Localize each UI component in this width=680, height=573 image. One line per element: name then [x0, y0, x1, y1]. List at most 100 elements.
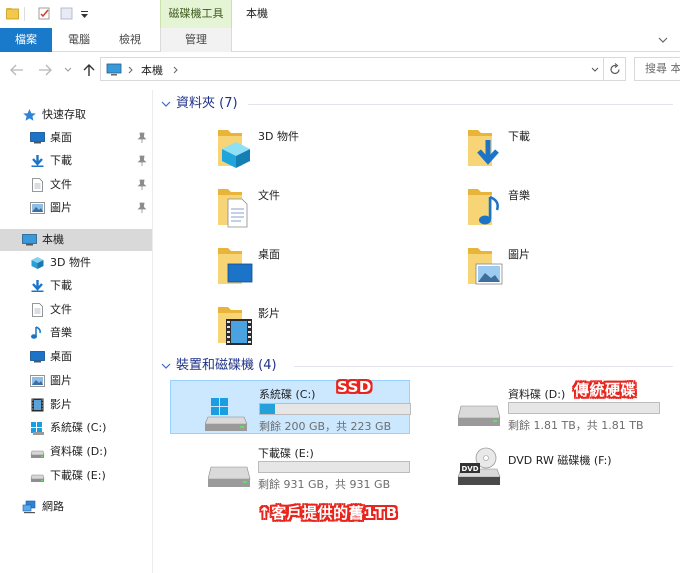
- drive-free-space: 剩餘 931 GB，共 931 GB: [258, 478, 391, 491]
- pin-icon[interactable]: [137, 155, 147, 167]
- sidebar-item-desktop[interactable]: 桌面: [0, 127, 152, 149]
- sidebar-item-label: 網路: [42, 500, 64, 513]
- address-bar[interactable]: 本機: [100, 57, 604, 81]
- dvd-drive-icon: DVD: [458, 447, 501, 485]
- breadcrumb-location[interactable]: 本機: [141, 62, 163, 78]
- navigation-pane: 快速存取 桌面 下載 文件 圖片 本機 3D 物件 下載 文件 音樂 桌面 圖片…: [0, 90, 153, 573]
- breadcrumb-chevron-icon[interactable]: [173, 66, 179, 74]
- pin-icon[interactable]: [137, 202, 147, 214]
- sidebar-item-label: 資料碟 (D:): [50, 445, 108, 458]
- drive-icon: [208, 466, 251, 487]
- document-icon: [32, 303, 43, 317]
- sidebar-item-network[interactable]: 網路: [0, 496, 152, 518]
- desktop-icon: [30, 351, 45, 363]
- sidebar-item-this-pc[interactable]: 本機: [0, 229, 152, 251]
- tab-file[interactable]: 檔案: [0, 28, 52, 52]
- sidebar-item-drive-e[interactable]: 下載碟 (E:): [0, 465, 152, 487]
- folder-music[interactable]: 音樂: [464, 183, 680, 235]
- collapse-chevron-icon[interactable]: [160, 360, 172, 372]
- drive-usage-bar: [258, 461, 410, 473]
- folder-videos[interactable]: 影片: [214, 301, 434, 353]
- folder-label: 影片: [258, 307, 280, 320]
- breadcrumb-chevron-icon[interactable]: [128, 66, 134, 74]
- drive-e-tile[interactable]: 下載碟 (E:) 剩餘 931 GB，共 931 GB: [206, 441, 446, 495]
- pictures-folder-icon: [468, 248, 503, 285]
- forward-arrow-icon[interactable]: [38, 64, 52, 76]
- this-pc-icon: [22, 234, 37, 246]
- group-divider: [294, 366, 673, 367]
- drive-d-tile[interactable]: 資料碟 (D:) 剩餘 1.81 TB，共 1.81 TB: [456, 380, 680, 434]
- windows-drive-icon: [31, 422, 44, 435]
- tab-view[interactable]: 檢視: [108, 28, 152, 52]
- drive-icon: [30, 474, 45, 482]
- group-title: 資料夾 (7): [176, 96, 238, 111]
- window-title: 本機: [246, 7, 268, 20]
- drive-f-tile[interactable]: DVD DVD RW 磁碟機 (F:): [456, 441, 680, 495]
- sidebar-item-desktop[interactable]: 桌面: [0, 346, 152, 368]
- star-icon: [23, 109, 36, 121]
- folder-label: 桌面: [258, 248, 280, 261]
- sidebar-item-label: 系統碟 (C:): [50, 421, 107, 434]
- properties-icon[interactable]: [38, 7, 51, 20]
- music-icon: [31, 326, 41, 339]
- sidebar-item-quick-access[interactable]: 快速存取: [0, 104, 152, 126]
- refresh-button[interactable]: [604, 57, 626, 81]
- pin-icon[interactable]: [137, 179, 147, 191]
- group-title: 裝置和磁碟機 (4): [176, 358, 277, 373]
- sidebar-item-label: 本機: [42, 233, 64, 246]
- sidebar-item-label: 下載: [50, 279, 72, 292]
- sidebar-item-music[interactable]: 音樂: [0, 322, 152, 344]
- desktop-icon: [30, 132, 45, 144]
- toolbar-separator: [24, 7, 25, 21]
- music-folder-icon: [468, 189, 499, 225]
- title-bar: 磁碟機工具 本機: [0, 0, 680, 28]
- group-divider: [248, 104, 673, 105]
- new-folder-icon[interactable]: [60, 7, 73, 20]
- sidebar-item-label: 桌面: [50, 350, 72, 363]
- back-arrow-icon[interactable]: [10, 64, 24, 76]
- sidebar-item-pictures[interactable]: 圖片: [0, 197, 152, 219]
- sidebar-item-downloads[interactable]: 下載: [0, 150, 152, 172]
- search-input[interactable]: 搜尋 本機: [634, 57, 680, 81]
- recent-locations-icon[interactable]: [64, 67, 72, 73]
- pin-icon[interactable]: [137, 132, 147, 144]
- expand-ribbon-icon[interactable]: [658, 35, 668, 45]
- sidebar-item-videos[interactable]: 影片: [0, 394, 152, 416]
- sidebar-item-drive-c[interactable]: 系統碟 (C:): [0, 417, 152, 439]
- sidebar-item-drive-d[interactable]: 資料碟 (D:): [0, 441, 152, 463]
- sidebar-item-label: 快速存取: [42, 108, 86, 121]
- network-icon: [22, 500, 36, 514]
- folder-downloads[interactable]: 下載: [464, 124, 680, 176]
- annotation-ssd: SSD: [337, 378, 372, 396]
- folder-label: 文件: [258, 189, 280, 202]
- drive-c-tile[interactable]: 系統碟 (C:) 剩餘 200 GB，共 223 GB: [170, 380, 411, 434]
- sidebar-item-label: 音樂: [50, 326, 72, 339]
- sidebar-item-label: 圖片: [50, 374, 72, 387]
- drive-icon: [458, 405, 501, 426]
- tab-computer[interactable]: 電腦: [56, 28, 102, 52]
- 3d-objects-icon: [31, 257, 44, 269]
- folder-pictures[interactable]: 圖片: [464, 242, 680, 294]
- sidebar-item-label: 文件: [50, 303, 72, 316]
- sidebar-item-3d-objects[interactable]: 3D 物件: [0, 252, 152, 274]
- desktop-folder-icon: [218, 248, 253, 284]
- download-icon: [31, 155, 44, 167]
- sidebar-item-label: 3D 物件: [50, 256, 91, 269]
- address-dropdown-icon[interactable]: [591, 67, 599, 73]
- folder-label: 音樂: [508, 189, 530, 202]
- folder-desktop[interactable]: 桌面: [214, 242, 434, 294]
- collapse-chevron-icon[interactable]: [160, 98, 172, 110]
- sidebar-item-label: 圖片: [50, 201, 72, 214]
- tab-manage[interactable]: 管理: [160, 28, 232, 52]
- sidebar-item-pictures[interactable]: 圖片: [0, 370, 152, 392]
- sidebar-item-documents[interactable]: 文件: [0, 299, 152, 321]
- up-arrow-icon[interactable]: [83, 63, 95, 77]
- folder-3d-objects[interactable]: 3D 物件: [214, 124, 434, 176]
- sidebar-item-label: 影片: [50, 398, 72, 411]
- devices-group-header[interactable]: 裝置和磁碟機 (4): [160, 357, 300, 375]
- sidebar-item-documents[interactable]: 文件: [0, 174, 152, 196]
- this-pc-icon: [106, 63, 122, 76]
- customize-toolbar-icon[interactable]: [80, 7, 89, 20]
- folder-documents[interactable]: 文件: [214, 183, 434, 235]
- sidebar-item-downloads[interactable]: 下載: [0, 275, 152, 297]
